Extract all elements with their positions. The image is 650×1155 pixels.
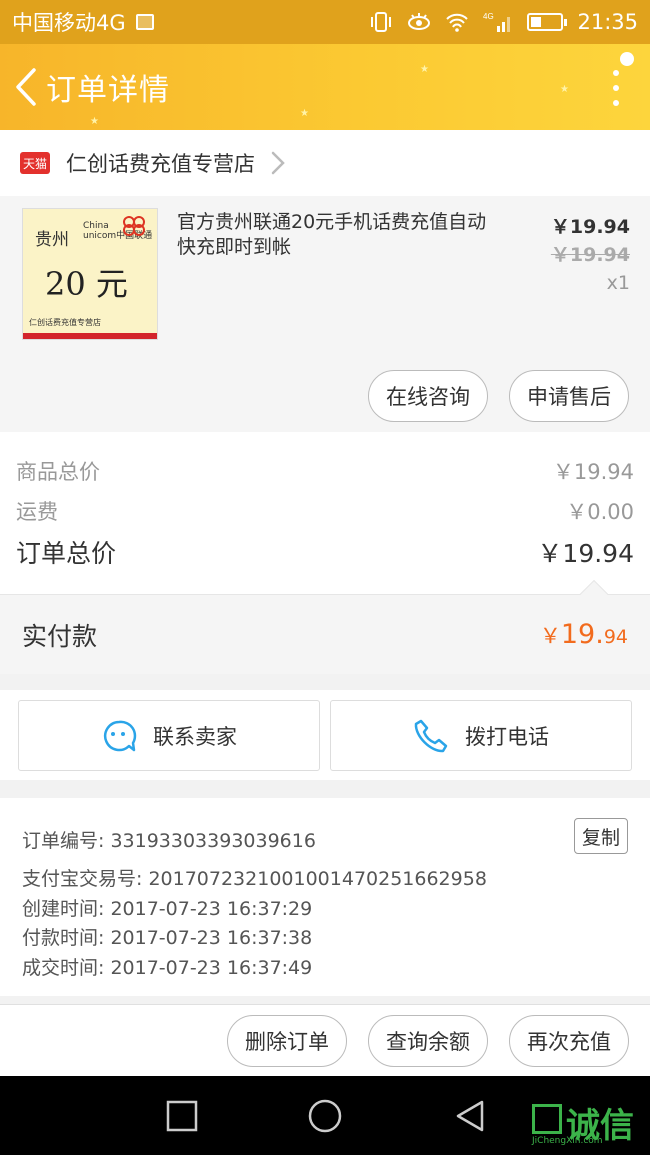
product-title[interactable]: 官方贵州联通20元手机话费充值自动快充即时到帐: [177, 210, 497, 260]
created-time: 创建时间: 2017-07-23 16:37:29: [22, 898, 313, 920]
watermark-subtext: JiChengXin.com: [532, 1136, 603, 1146]
recharge-again-button[interactable]: 再次充值: [509, 1015, 629, 1067]
goods-total-value: ￥19.94: [552, 460, 634, 484]
goods-total-row: 商品总价 ￥19.94: [16, 456, 634, 486]
order-total-value: ￥19.94: [537, 539, 634, 568]
more-dot-icon: [613, 70, 619, 76]
chat-face-icon: [103, 720, 137, 751]
eye-icon: [408, 13, 431, 30]
chevron-left-icon: [16, 68, 36, 106]
order-total-label: 订单总价: [16, 539, 117, 568]
closed-time: 成交时间: 2017-07-23 16:37:49: [22, 957, 313, 979]
nav-bar: ★ ★ ★ ★ 订单详情: [0, 44, 650, 130]
contact-section: 联系卖家 拨打电话: [0, 690, 650, 780]
vibrate-icon: [371, 12, 392, 32]
sparkle-decoration: ★: [420, 64, 429, 75]
paid-time: 付款时间: 2017-07-23 16:37:38: [22, 927, 313, 949]
network-label: 4G: [483, 12, 494, 21]
notification-dot: [620, 52, 634, 66]
shipping-value: ￥0.00: [566, 500, 634, 524]
order-number: 订单编号: 33193303393039616: [22, 830, 316, 852]
product-price: ￥19.94: [550, 216, 630, 238]
watermark-box-icon: [532, 1104, 562, 1134]
thumb-red-stripe: [23, 333, 157, 339]
thumb-brand-line1: China: [83, 221, 109, 231]
goods-total-label: 商品总价: [16, 460, 100, 484]
more-dot-icon: [613, 100, 619, 106]
currency-symbol: ￥: [539, 624, 561, 648]
thumb-province: 贵州: [35, 230, 69, 250]
signal-icon: 4G: [483, 12, 511, 32]
order-info: 订单编号: 33193303393039616 支付宝交易号: 20170723…: [0, 798, 650, 996]
product-quantity: x1: [606, 272, 630, 294]
recents-square-icon[interactable]: [162, 1096, 202, 1136]
delete-order-button[interactable]: 删除订单: [227, 1015, 347, 1067]
sparkle-decoration: ★: [560, 84, 569, 95]
home-circle-icon[interactable]: [305, 1096, 345, 1136]
carrier-label: 中国移动4G: [12, 11, 126, 35]
shop-row[interactable]: 天猫 仁创话费充值专营店: [0, 130, 650, 196]
more-dot-icon: [613, 85, 619, 91]
call-phone-label: 拨打电话: [465, 724, 549, 749]
thumb-footer: 仁创话费充值专营店: [29, 318, 101, 327]
more-menu-button[interactable]: [610, 70, 622, 106]
shipping-row: 运费 ￥0.00: [16, 496, 634, 526]
contact-seller-label: 联系卖家: [153, 724, 237, 749]
copy-order-number-button[interactable]: 复制: [574, 818, 628, 854]
page-title: 订单详情: [46, 73, 170, 108]
sparkle-decoration: ★: [90, 116, 99, 127]
actual-payment-label: 实付款: [22, 621, 98, 651]
payment-integer: 19.: [560, 619, 604, 650]
back-triangle-icon[interactable]: [450, 1096, 490, 1136]
actual-payment-row: 实付款 ￥19.94: [0, 594, 650, 674]
product-card: 贵州 China unicom中国联通 20 元 仁创话费充值专营店 官方贵州联…: [0, 196, 650, 432]
actual-payment-value: ￥19.94: [540, 619, 628, 650]
product-original-price: ￥19.94: [550, 244, 630, 266]
online-consult-button[interactable]: 在线咨询: [368, 370, 488, 422]
sparkle-decoration: ★: [300, 108, 309, 119]
shop-name: 仁创话费充值专营店: [66, 152, 255, 176]
check-balance-button[interactable]: 查询余额: [368, 1015, 488, 1067]
price-summary: 商品总价 ￥19.94 运费 ￥0.00 订单总价 ￥19.94: [0, 432, 650, 594]
order-total-row: 订单总价 ￥19.94: [16, 534, 634, 570]
order-actions-bar: 删除订单 查询余额 再次充值: [0, 1004, 650, 1076]
back-button[interactable]: [4, 44, 48, 130]
image-notification-icon: [135, 14, 154, 30]
watermark-logo: 诚信 JiChengXin.com: [526, 1078, 646, 1152]
thumb-amount: 20 元: [45, 265, 128, 303]
alipay-trade-number: 支付宝交易号: 2017072321001001470251662958: [22, 868, 487, 890]
wifi-icon: [446, 13, 469, 32]
contact-seller-button[interactable]: 联系卖家: [18, 700, 320, 771]
clock: 21:35: [577, 10, 638, 34]
chevron-right-icon: [271, 151, 285, 175]
product-thumbnail[interactable]: 贵州 China unicom中国联通 20 元 仁创话费充值专营店: [22, 208, 158, 340]
shipping-label: 运费: [16, 500, 58, 524]
unicom-logo-icon: [123, 216, 145, 236]
apply-aftersale-button[interactable]: 申请售后: [509, 370, 629, 422]
call-phone-button[interactable]: 拨打电话: [330, 700, 632, 771]
status-bar: 中国移动4G 4G 21:35: [0, 0, 650, 44]
phone-icon: [414, 719, 448, 752]
tmall-logo-icon: 天猫: [20, 152, 50, 174]
payment-decimal: 94: [603, 626, 628, 648]
battery-icon: [527, 13, 568, 31]
